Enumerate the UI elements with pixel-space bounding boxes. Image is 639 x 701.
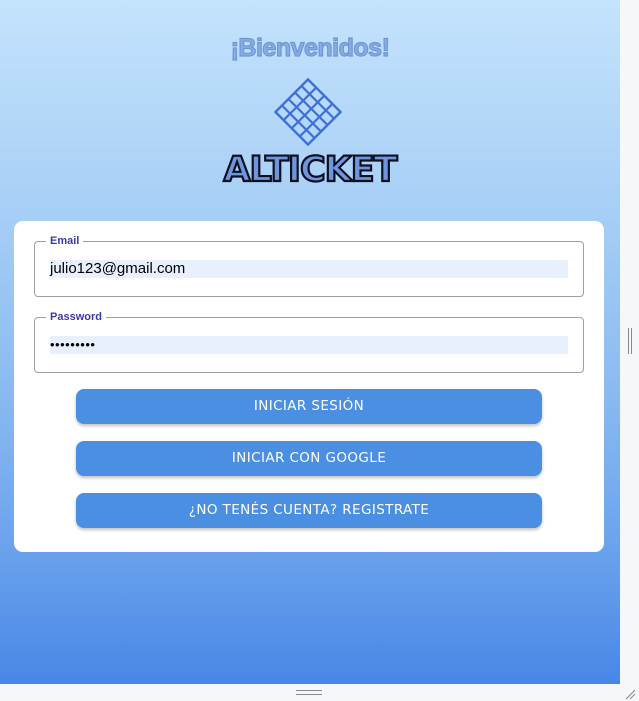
brand-logo-text: ALTICKET [222,149,398,191]
resize-grip-icon[interactable] [624,688,636,700]
email-field[interactable]: Email julio123@gmail.com [34,235,584,297]
password-input[interactable]: ••••••••• [50,336,568,354]
email-input[interactable]: julio123@gmail.com [50,260,568,278]
horizontal-splitter-handle[interactable] [296,690,322,695]
login-button[interactable]: INICIAR SESIÓN [76,389,542,424]
ticket-grid-logo-icon [273,77,343,147]
app-viewport: ¡Bienvenidos! ALTICKET Email julio123@gm… [0,0,620,684]
login-card: Email julio123@gmail.com Password ••••••… [14,221,604,552]
welcome-heading: ¡Bienvenidos! [230,33,390,62]
password-label: Password [46,311,106,323]
password-field[interactable]: Password ••••••••• [34,311,584,373]
google-login-button[interactable]: INICIAR CON GOOGLE [76,441,542,476]
email-label: Email [46,235,84,247]
register-button[interactable]: ¿NO TENÉS CUENTA? REGISTRATE [76,493,542,528]
vertical-splitter-handle[interactable] [628,328,632,354]
